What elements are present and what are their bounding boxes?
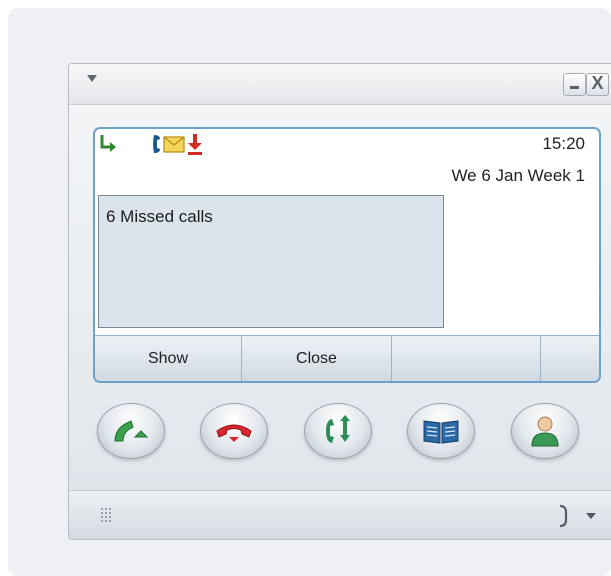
minimize-icon xyxy=(570,86,579,89)
phone-client-window: X 15:20 We 6 Jan Week 1 6 Missed calls S… xyxy=(68,63,611,540)
softkey-4[interactable] xyxy=(541,336,597,381)
answer-call-icon xyxy=(114,420,149,442)
answer-call-button[interactable] xyxy=(97,403,165,459)
bottom-status-bar xyxy=(69,490,611,539)
minimize-button[interactable] xyxy=(563,73,586,96)
notification-text: 6 Missed calls xyxy=(106,207,213,226)
transfer-call-button[interactable] xyxy=(304,403,372,459)
clock-time: 15:20 xyxy=(542,134,585,153)
softkey-3[interactable] xyxy=(392,336,541,381)
resize-grip-icon[interactable] xyxy=(101,508,115,522)
desktop-panel: X 15:20 We 6 Jan Week 1 6 Missed calls S… xyxy=(8,8,611,576)
phone-body: 15:20 We 6 Jan Week 1 6 Missed calls Sho… xyxy=(69,105,611,490)
phonebook-button[interactable] xyxy=(407,403,475,459)
transfer-call-icon xyxy=(326,415,350,443)
call-action-buttons xyxy=(69,395,611,475)
hang-up-button[interactable] xyxy=(200,403,268,459)
softkey-show[interactable]: Show xyxy=(95,336,242,381)
current-date: We 6 Jan Week 1 xyxy=(451,166,585,185)
softkey-bar: Show Close xyxy=(95,335,599,381)
close-window-button[interactable]: X xyxy=(586,73,609,96)
chevron-down-icon[interactable] xyxy=(586,513,596,519)
contacts-person-icon xyxy=(531,416,559,447)
handset-hook-icon[interactable] xyxy=(557,504,569,528)
contacts-button[interactable] xyxy=(511,403,579,459)
download-arrow-icon xyxy=(188,134,202,155)
title-bar[interactable]: X xyxy=(69,64,611,105)
window-menu-arrow-icon[interactable] xyxy=(87,75,97,82)
call-forward-icon xyxy=(100,135,116,152)
hang-up-icon xyxy=(216,424,252,442)
missed-calls-notification: 6 Missed calls xyxy=(98,195,444,328)
message-envelope-icon xyxy=(163,136,185,153)
voicemail-icon xyxy=(153,135,160,153)
phonebook-icon xyxy=(423,420,459,444)
softkey-close[interactable]: Close xyxy=(242,336,392,381)
phone-display: 15:20 We 6 Jan Week 1 6 Missed calls Sho… xyxy=(93,127,601,383)
